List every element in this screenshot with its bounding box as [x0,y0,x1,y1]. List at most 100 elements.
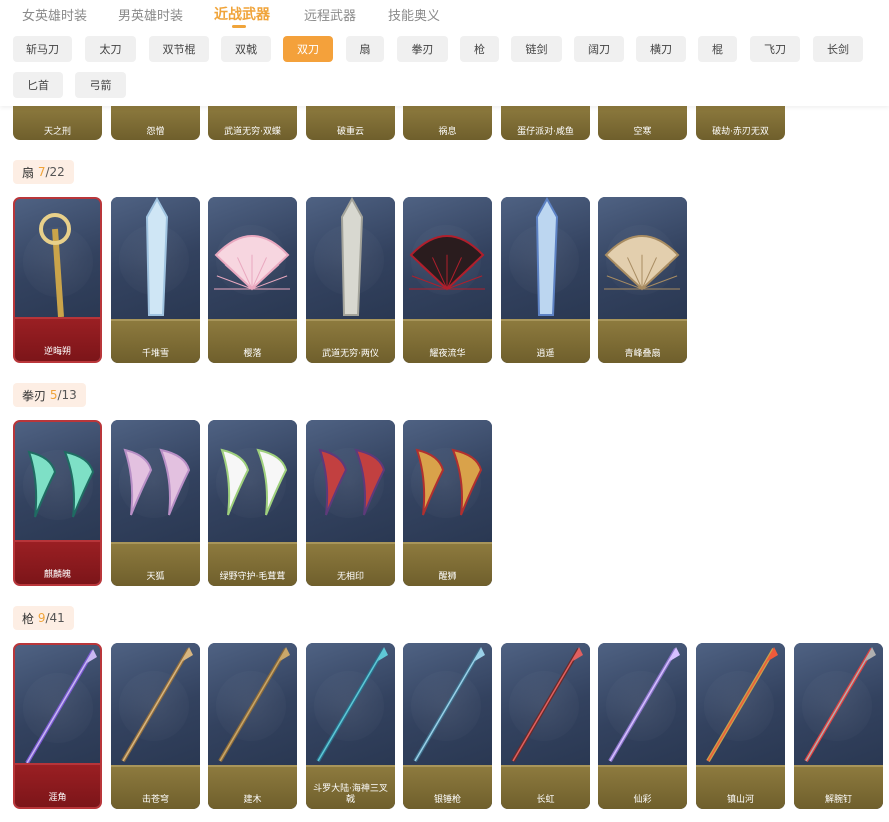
weapon-name: 破重云 [336,127,364,137]
chip-bow[interactable]: 弓箭 [75,72,126,98]
weapon-name: 破劫·赤刃无双 [712,127,769,137]
weapon-name-plate: 武道无穷·两仪 [306,319,395,363]
weapon-card[interactable]: 仙彩 [598,643,687,809]
weapon-image [598,197,687,319]
weapon-card[interactable]: 千堆雪 [111,197,200,363]
weapon-image [15,422,100,544]
weapon-card[interactable]: 耀夜流华 [403,197,492,363]
weapon-card[interactable]: 天之刑 [13,106,102,140]
weapon-card[interactable]: 天狐 [111,420,200,586]
weapon-card[interactable]: 长虹 [501,643,590,809]
weapon-card[interactable]: 麒麟魄 [13,420,102,586]
weapon-card[interactable]: 武道无穷·双蝶 [208,106,297,140]
weapon-name: 逆晦朔 [43,347,71,357]
weapon-image [208,197,297,319]
weapon-name: 镇山河 [726,795,754,805]
section-total-count: 13 [61,388,77,402]
weapon-name-plate: 青峰叠扇 [598,319,687,363]
weapon-name: 青峰叠扇 [624,349,661,359]
chip-spear[interactable]: 枪 [460,36,499,62]
weapon-image [403,420,492,542]
section-header-spear: 枪 9/41 [13,606,74,630]
weapon-name-plate: 解腕钉 [794,765,883,809]
tab-melee-weapons[interactable]: 近战武器 [214,4,270,24]
weapon-card[interactable]: 醒狮 [403,420,492,586]
tab-ranged-weapons[interactable]: 远程武器 [304,5,356,24]
weapon-name: 天之刑 [43,127,71,137]
chip-nunchaku[interactable]: 双节棍 [149,36,209,62]
weapon-name: 无相印 [336,572,364,582]
weapon-name-plate: 麒麟魄 [15,540,100,584]
weapon-name-plate: 无相印 [306,542,395,586]
filter-header: 女英雄时装 男英雄时装 近战武器 远程武器 技能奥义 斩马刀 太刀 双节棍 双戟… [0,0,889,106]
tab-male-hero-outfits[interactable]: 男英雄时装 [118,5,183,24]
chip-dagger[interactable]: 匕首 [13,72,63,98]
main-tabs: 女英雄时装 男英雄时装 近战武器 远程武器 技能奥义 [0,0,889,28]
chip-hengdao[interactable]: 横刀 [636,36,686,62]
weapon-name: 耀夜流华 [429,349,466,359]
chip-chain-sword[interactable]: 链剑 [511,36,562,62]
chip-fan[interactable]: 扇 [346,36,384,62]
weapon-card[interactable]: 建木 [208,643,297,809]
weapon-card[interactable]: 破劫·赤刃无双 [696,106,785,140]
weapon-card[interactable]: 绿野守护·毛茸茸 [208,420,297,586]
weapon-card[interactable]: 斗罗大陆·海神三叉戟 [306,643,395,809]
weapon-name-plate: 仙彩 [598,765,687,809]
weapon-card[interactable]: 逍遥 [501,197,590,363]
weapon-name-plate: 天狐 [111,542,200,586]
weapon-card[interactable]: 无相印 [306,420,395,586]
chip-dual-halberds[interactable]: 双戟 [221,36,271,62]
chip-staff[interactable]: 棍 [698,36,737,62]
chip-dual-blades[interactable]: 双刀 [283,36,333,62]
weapon-card[interactable]: 祸息 [403,106,492,140]
tab-female-hero-outfits[interactable]: 女英雄时装 [22,5,87,24]
tab-skill-ultimates[interactable]: 技能奥义 [388,5,440,24]
weapon-name-plate: 耀夜流华 [403,319,492,363]
weapon-name: 绿野守护·毛茸茸 [219,572,286,582]
chip-fist-blade[interactable]: 拳刃 [397,36,448,62]
weapon-card[interactable]: 涯角 [13,643,102,809]
weapon-image [15,199,100,321]
chip-longsword[interactable]: 长剑 [813,36,863,62]
chip-throwing-knife[interactable]: 飞刀 [750,36,800,62]
weapon-name: 击苍穹 [141,795,169,805]
section-owned-count: 5 [49,388,58,402]
weapon-image [696,643,785,765]
weapon-image [208,420,297,542]
weapon-image [306,643,395,765]
weapon-image [208,643,297,765]
weapon-card[interactable]: 镇山河 [696,643,785,809]
weapon-card[interactable]: 解腕钉 [794,643,883,809]
weapon-card[interactable]: 击苍穹 [111,643,200,809]
weapon-name: 醒狮 [438,572,457,582]
weapon-card[interactable]: 武道无穷·两仪 [306,197,395,363]
weapon-name-plate: 樱落 [208,319,297,363]
weapon-name: 逍遥 [536,349,555,359]
weapon-name: 千堆雪 [141,349,169,359]
weapon-image [111,197,200,319]
section-header-fist-blade: 拳刃 5/13 [13,383,86,407]
chip-broadsword[interactable]: 阔刀 [574,36,624,62]
weapon-image [403,643,492,765]
weapon-card[interactable]: 逆晦朔 [13,197,102,363]
weapon-name: 建木 [243,795,262,805]
weapon-name: 长虹 [536,795,555,805]
weapon-card[interactable]: 破重云 [306,106,395,140]
weapon-card[interactable]: 青峰叠扇 [598,197,687,363]
weapon-name-plate: 长虹 [501,765,590,809]
weapon-name: 解腕钉 [824,795,852,805]
weapon-name-plate: 千堆雪 [111,319,200,363]
weapon-card[interactable]: 空寒 [598,106,687,140]
weapon-card[interactable]: 怨憎 [111,106,200,140]
weapon-name: 空寒 [633,127,652,137]
weapon-name-plate: 建木 [208,765,297,809]
weapon-card[interactable]: 樱落 [208,197,297,363]
weapon-name-plate: 斗罗大陆·海神三叉戟 [306,765,395,809]
chip-zhanmadao[interactable]: 斩马刀 [13,36,72,62]
weapon-image [403,197,492,319]
weapon-card[interactable]: 银锤枪 [403,643,492,809]
chip-taidao[interactable]: 太刀 [85,36,136,62]
weapon-name: 斗罗大陆·海神三叉戟 [313,784,388,805]
weapon-name: 武道无穷·双蝶 [224,127,281,137]
weapon-card[interactable]: 蛋仔派对·咸鱼 [501,106,590,140]
